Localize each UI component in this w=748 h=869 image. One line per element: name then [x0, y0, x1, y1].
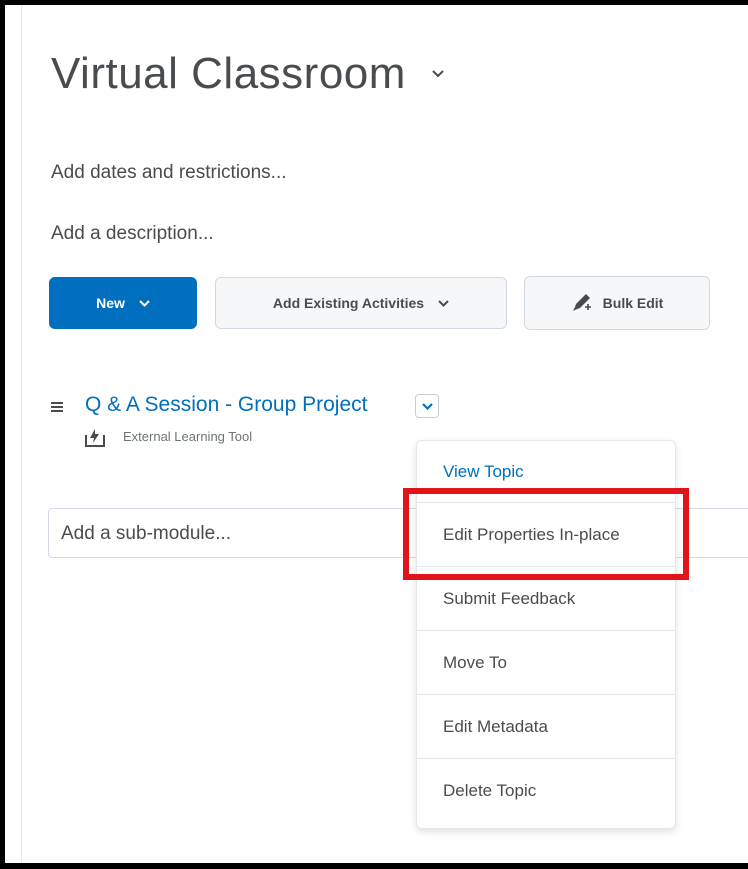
- menu-item-view-topic[interactable]: View Topic: [417, 441, 675, 503]
- topic-context-menu-button[interactable]: [415, 394, 439, 418]
- add-description-link[interactable]: Add a description...: [51, 223, 214, 245]
- menu-item-edit-properties[interactable]: Edit Properties In-place: [417, 503, 675, 567]
- drag-handle-icon[interactable]: [51, 402, 63, 412]
- content-frame: Virtual Classroom Add dates and restrict…: [5, 5, 748, 863]
- topic-title-link[interactable]: Q & A Session - Group Project: [85, 393, 367, 417]
- new-button-label: New: [96, 295, 125, 311]
- chevron-down-icon[interactable]: [430, 66, 446, 82]
- chevron-down-icon: [139, 299, 150, 307]
- menu-item-move-to[interactable]: Move To: [417, 631, 675, 695]
- topic-context-menu: View Topic Edit Properties In-place Subm…: [416, 440, 676, 829]
- menu-item-delete-topic[interactable]: Delete Topic: [417, 759, 675, 823]
- add-existing-label: Add Existing Activities: [272, 295, 425, 311]
- bulk-edit-button[interactable]: Bulk Edit: [524, 276, 710, 330]
- add-existing-activities-button[interactable]: Add Existing Activities: [215, 277, 507, 329]
- chevron-down-icon: [438, 299, 449, 307]
- chevron-down-icon: [421, 402, 433, 410]
- module-title[interactable]: Virtual Classroom: [51, 49, 446, 99]
- panel-divider: [21, 5, 22, 863]
- menu-item-submit-feedback[interactable]: Submit Feedback: [417, 567, 675, 631]
- topic-type-label: External Learning Tool: [123, 429, 253, 444]
- add-dates-link[interactable]: Add dates and restrictions...: [51, 162, 287, 184]
- pencil-icon: [571, 293, 593, 313]
- menu-item-edit-metadata[interactable]: Edit Metadata: [417, 695, 675, 759]
- bulk-edit-label: Bulk Edit: [602, 295, 664, 311]
- new-button[interactable]: New: [49, 277, 197, 329]
- module-title-text: Virtual Classroom: [51, 49, 406, 98]
- external-tool-icon: [85, 427, 105, 447]
